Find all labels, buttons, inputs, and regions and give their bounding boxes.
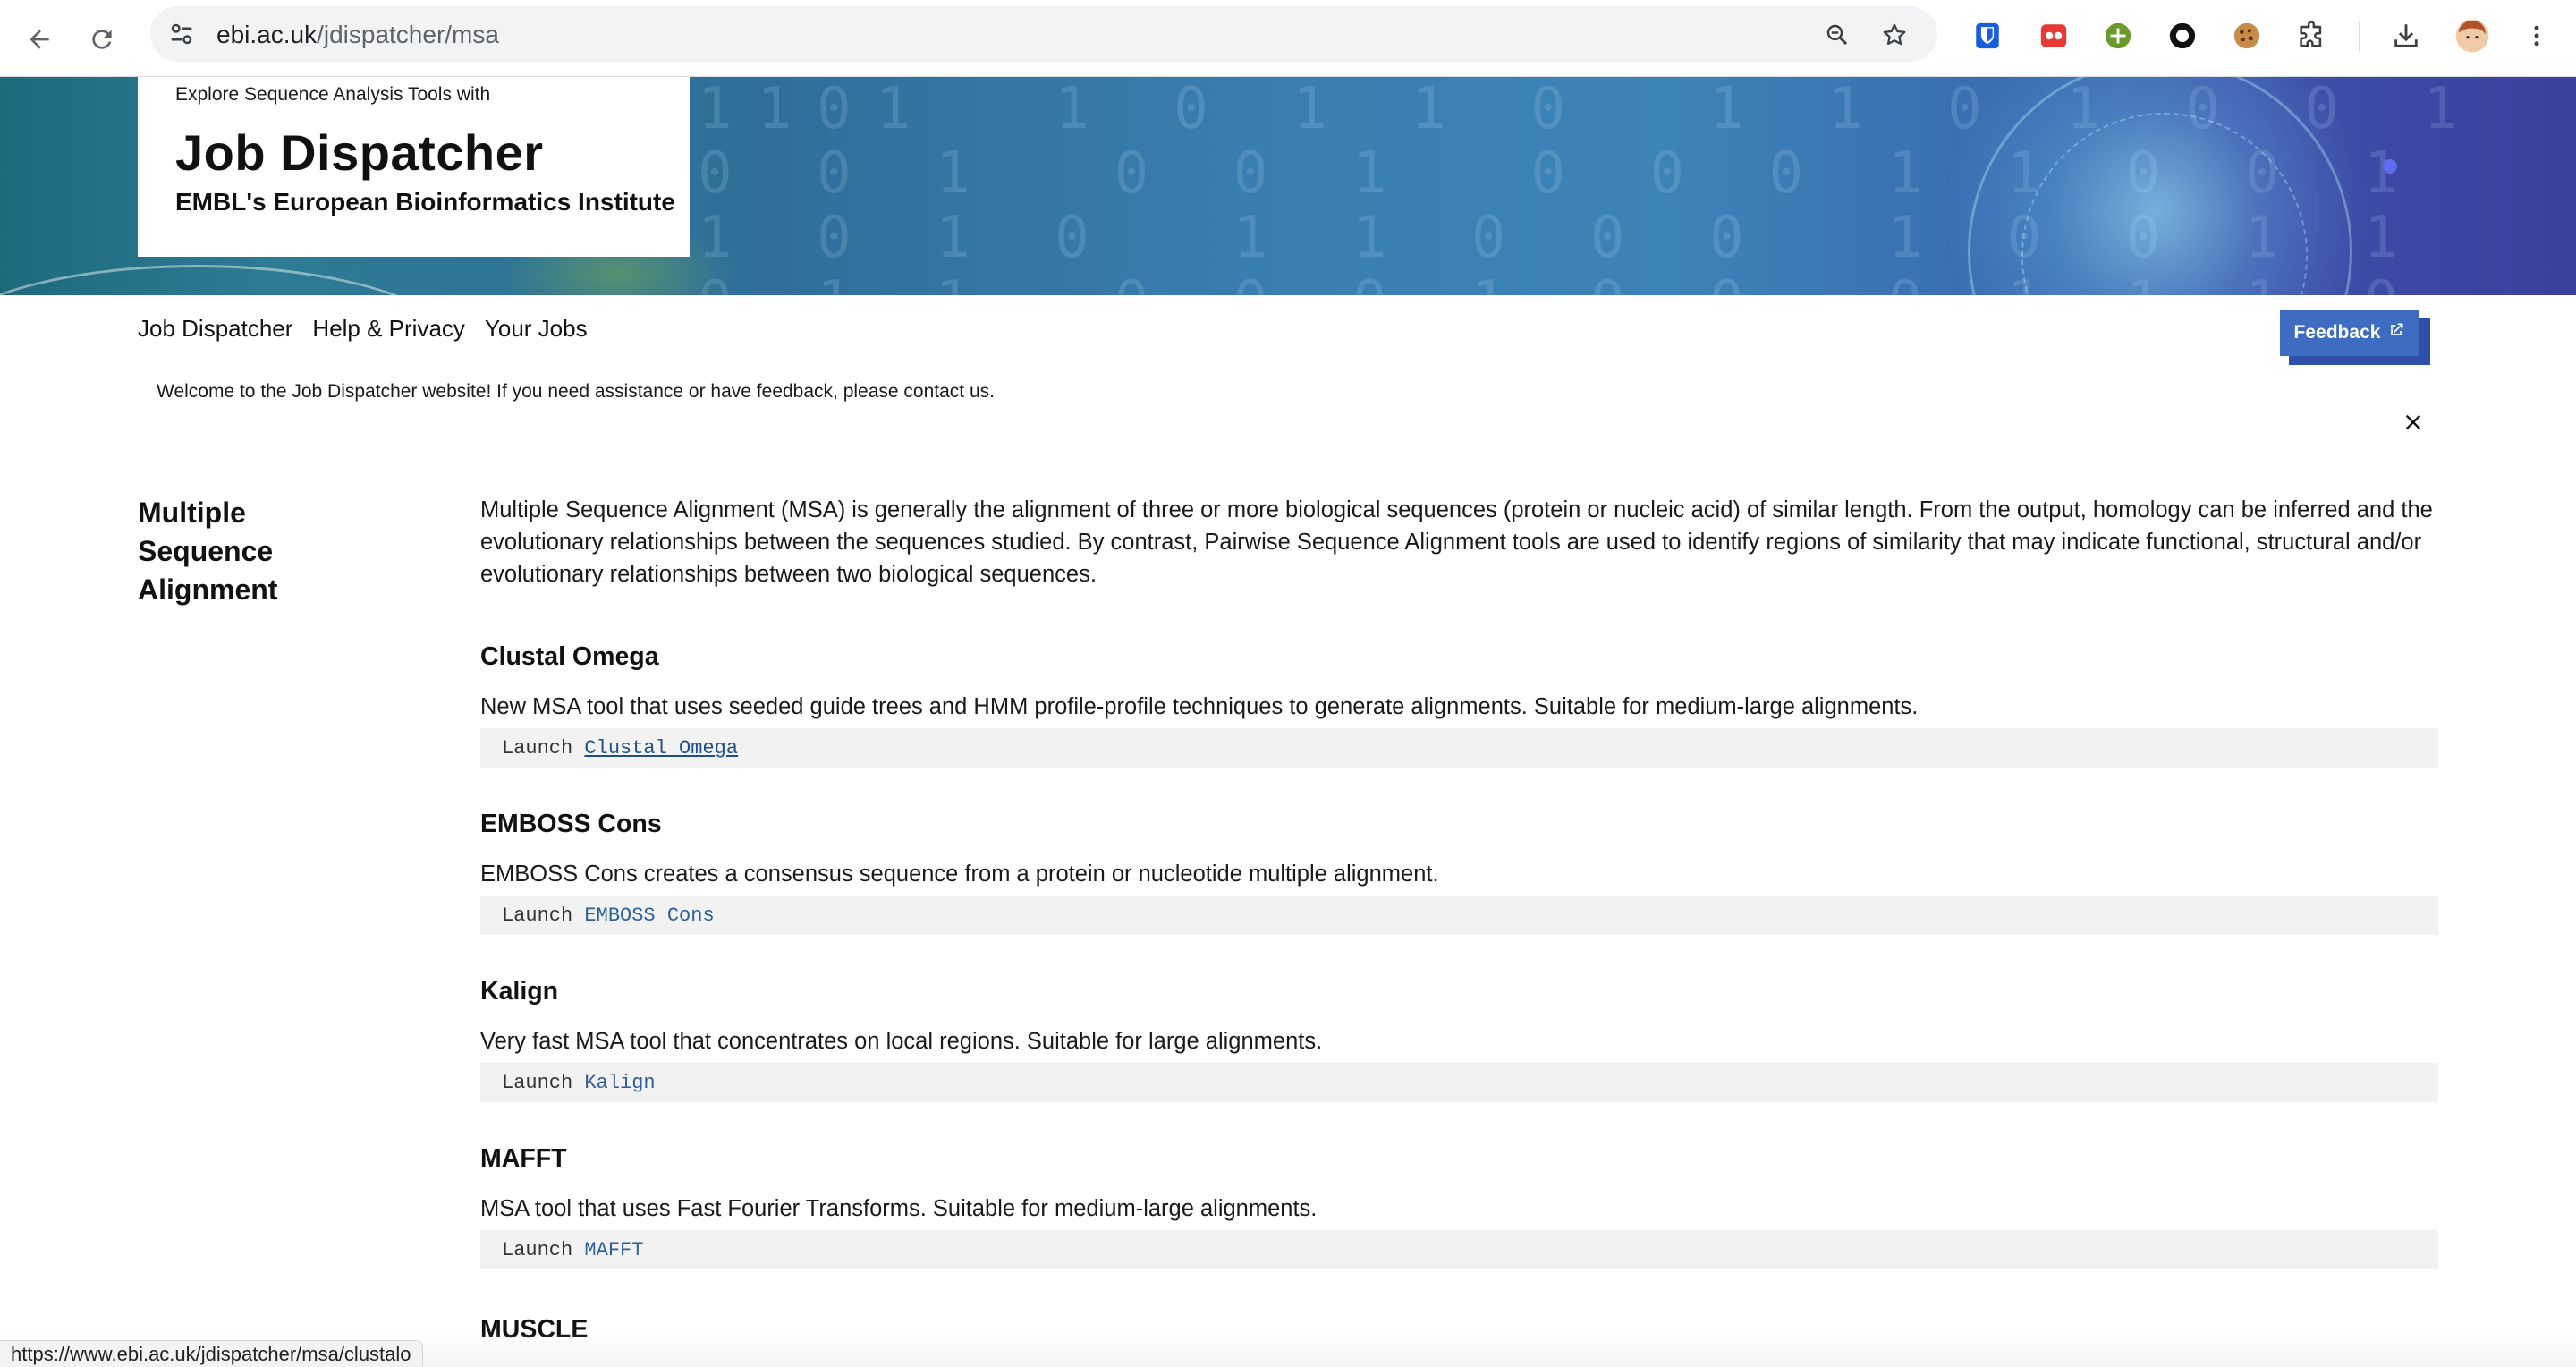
launch-prefix: Launch bbox=[502, 1071, 585, 1094]
tool-description: EMBOSS Cons creates a consensus sequence… bbox=[480, 862, 1439, 887]
welcome-banner-text: Welcome to the Job Dispatcher website! I… bbox=[157, 381, 995, 402]
url-host: ebi.ac.uk bbox=[216, 21, 318, 48]
hero-decoration-arc bbox=[0, 265, 465, 295]
ublock-icon[interactable] bbox=[2034, 16, 2073, 55]
launch-box: Launch EMBOSS Cons bbox=[480, 896, 2438, 935]
site-nav: Job Dispatcher Help & Privacy Your Jobs bbox=[138, 315, 588, 345]
zoom-icon[interactable] bbox=[1819, 17, 1855, 53]
profile-avatar[interactable] bbox=[2453, 16, 2492, 55]
circle-extension-icon[interactable] bbox=[2163, 16, 2202, 55]
tool-mafft: MAFFT MSA tool that uses Fast Fourier Tr… bbox=[480, 1144, 2438, 1269]
feedback-button[interactable]: Feedback bbox=[2280, 310, 2419, 356]
url-text[interactable]: ebi.ac.uk/jdispatcher/msa bbox=[216, 21, 499, 49]
tool-name: Clustal Omega bbox=[480, 642, 659, 671]
reload-icon[interactable] bbox=[79, 16, 125, 63]
hero-decoration-dot bbox=[2383, 159, 2397, 174]
launch-clustal-omega-link[interactable]: Clustal Omega bbox=[584, 737, 738, 760]
cookie-icon[interactable] bbox=[2227, 16, 2267, 55]
nav-your-jobs[interactable]: Your Jobs bbox=[485, 315, 588, 345]
star-icon[interactable] bbox=[1877, 17, 1912, 53]
launch-box: Launch Clustal Omega bbox=[480, 728, 2438, 768]
tool-name: EMBOSS Cons bbox=[480, 810, 662, 838]
back-icon[interactable] bbox=[16, 16, 63, 63]
hero-binary-art: 1101 1 0 1 1 0 1 1 0 1 0 0 1 0 0 1 0 0 1… bbox=[698, 77, 2483, 295]
launch-mafft-link[interactable]: MAFFT bbox=[584, 1239, 643, 1261]
site-subtitle: EMBL's European Bioinformatics Institute bbox=[175, 188, 675, 216]
intro-paragraph: Multiple Sequence Alignment (MSA) is gen… bbox=[480, 497, 2433, 587]
tool-description: Very fast MSA tool that concentrates on … bbox=[480, 1029, 1323, 1054]
hero-kicker: Explore Sequence Analysis Tools with bbox=[175, 84, 491, 105]
launch-emboss-cons-link[interactable]: EMBOSS Cons bbox=[584, 904, 714, 927]
download-icon[interactable] bbox=[2386, 16, 2426, 55]
tool-kalign: Kalign Very fast MSA tool that concentra… bbox=[480, 977, 2438, 1102]
launch-kalign-link[interactable]: Kalign bbox=[584, 1072, 655, 1094]
bitwarden-icon[interactable] bbox=[1968, 16, 2007, 55]
tool-name: Kalign bbox=[480, 977, 559, 1006]
launch-prefix: Launch bbox=[502, 1238, 585, 1261]
feedback-label: Feedback bbox=[2293, 322, 2381, 343]
menu-dots-icon[interactable] bbox=[2517, 16, 2556, 55]
status-bar-url: https://www.ebi.ac.uk/jdispatcher/msa/cl… bbox=[0, 1340, 423, 1367]
launch-prefix: Launch bbox=[502, 736, 585, 760]
hero-title-card: Explore Sequence Analysis Tools with Job… bbox=[138, 77, 690, 257]
tool-emboss-cons: EMBOSS Cons EMBOSS Cons creates a consen… bbox=[480, 810, 2438, 935]
address-bar[interactable]: ebi.ac.uk/jdispatcher/msa bbox=[150, 6, 1937, 62]
feedback-button-wrapper: Feedback bbox=[2280, 310, 2430, 365]
browser-toolbar: ebi.ac.uk/jdispatcher/msa bbox=[0, 0, 2576, 77]
site-title[interactable]: Job Dispatcher bbox=[175, 123, 544, 182]
page-title: Multiple Sequence Alignment bbox=[138, 497, 278, 606]
add-extension-icon[interactable] bbox=[2098, 16, 2138, 55]
site-info-icon[interactable] bbox=[163, 15, 200, 53]
launch-box: Launch MAFFT bbox=[480, 1230, 2438, 1269]
url-path: /jdispatcher/msa bbox=[317, 21, 499, 48]
launch-box: Launch Kalign bbox=[480, 1063, 2438, 1102]
toolbar-divider bbox=[2359, 21, 2360, 52]
tool-description: New MSA tool that uses seeded guide tree… bbox=[480, 694, 1919, 719]
nav-job-dispatcher[interactable]: Job Dispatcher bbox=[138, 315, 292, 345]
external-link-icon bbox=[2387, 321, 2405, 344]
extensions-puzzle-icon[interactable] bbox=[2292, 16, 2331, 55]
nav-help-privacy[interactable]: Help & Privacy bbox=[312, 315, 465, 345]
tool-clustal-omega: Clustal Omega New MSA tool that uses see… bbox=[480, 642, 2438, 768]
launch-prefix: Launch bbox=[502, 904, 585, 927]
tool-description: MSA tool that uses Fast Fourier Transfor… bbox=[480, 1196, 1318, 1221]
tool-name: MAFFT bbox=[480, 1144, 567, 1173]
close-icon[interactable] bbox=[2399, 408, 2428, 437]
